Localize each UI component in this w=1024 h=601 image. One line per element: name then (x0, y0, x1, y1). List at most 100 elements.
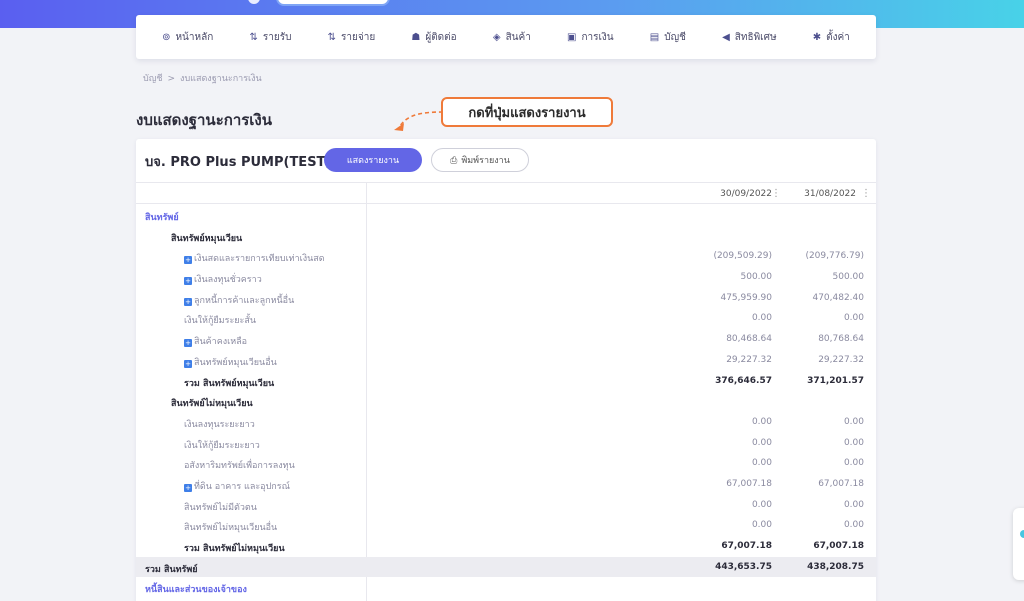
row-value-col-2: 0.00 (843, 416, 864, 427)
expand-plus-icon[interactable]: + (184, 277, 192, 286)
nav-item-income[interactable]: ⇅ รายรับ (249, 30, 291, 45)
row-label: เงินให้กู้ยืมระยะยาว (184, 438, 260, 452)
show-report-button[interactable]: แสดงรายงาน (324, 148, 422, 172)
megaphone-icon: ◀ (722, 31, 730, 43)
table-row: หนี้สินและส่วนของเจ้าของ (136, 577, 876, 598)
expand-plus-icon[interactable]: + (184, 297, 192, 306)
nav-item-privileges[interactable]: ◀ สิทธิพิเศษ (722, 30, 776, 45)
column-menu-icon[interactable]: ⋮ (861, 188, 871, 199)
nav-item-settings[interactable]: ✱ ตั้งค่า (813, 30, 850, 45)
nav-item-contacts[interactable]: ☗ ผู้ติดต่อ (411, 30, 456, 45)
row-value-col-1: 0.00 (751, 458, 772, 469)
row-label-text: รวม สินทรัพย์หมุนเวียน (184, 378, 275, 389)
row-value-col-1: 0.00 (751, 499, 772, 510)
table-header: 30/09/2022 ⋮ 31/08/2022 ⋮ (136, 182, 876, 204)
statement-table-body: สินทรัพย์ สินทรัพย์หมุนเวียน + เงินสดและราย… (136, 205, 876, 598)
table-row[interactable]: + ที่ดิน อาคาร และอุปกรณ์ 67,007.18 67,007.… (136, 474, 876, 495)
main-nav: ⊚ หน้าหลัก ⇅ รายรับ ⇅ รายจ่าย ☗ ผู้ติดต่อ ◈ ส… (136, 15, 876, 59)
row-label-text: อสังหาริมทรัพย์เพื่อการลงทุน (184, 461, 295, 472)
row-value-col-1: 67,007.18 (721, 541, 772, 551)
nav-item-home[interactable]: ⊚ หน้าหลัก (162, 30, 213, 45)
row-label: + เงินลงทุนชั่วคราว (184, 272, 262, 286)
row-value-col-2: 0.00 (843, 458, 864, 469)
row-label: รวม สินทรัพย์ (145, 562, 198, 576)
row-value-col-2: 29,227.32 (818, 354, 864, 365)
row-label-text: ที่ดิน อาคาร และอุปกรณ์ (194, 481, 290, 492)
row-value-col-1: (209,509.29) (713, 251, 772, 262)
breadcrumb-current: งบแสดงฐานะการเงิน (180, 74, 262, 84)
row-label: สินทรัพย์ไม่หมุนเวียน (171, 396, 253, 410)
company-name: บจ. PRO Plus PUMP(TEST) (145, 155, 332, 170)
row-label: รวม สินทรัพย์หมุนเวียน (184, 376, 274, 390)
row-value-col-2: 371,201.57 (807, 375, 864, 386)
row-label-text: สินทรัพย์ไม่มีตัวตน (184, 502, 257, 513)
table-row[interactable]: + ลูกหนี้การค้าและลูกหนี้อื่น 475,959.90 47… (136, 288, 876, 309)
row-value-col-1: 0.00 (751, 313, 772, 324)
row-label: + เงินสดและรายการเทียบเท่าเงินสด (184, 251, 325, 265)
row-value-col-2: 67,007.18 (813, 541, 864, 551)
expand-plus-icon[interactable]: + (184, 256, 192, 265)
table-row: รวม สินทรัพย์ไม่หมุนเวียน 67,007.18 67,007… (136, 536, 876, 557)
expand-plus-icon[interactable]: + (184, 339, 192, 348)
chat-widget[interactable] (1013, 508, 1024, 580)
row-value-col-2: 80,768.64 (818, 334, 864, 345)
row-value-col-2: 0.00 (843, 520, 864, 531)
table-row: เงินให้กู้ยืมระยะสั้น 0.00 0.00 (136, 308, 876, 329)
table-row[interactable]: + เงินสดและรายการเทียบเท่าเงินสด (209,509.… (136, 246, 876, 267)
row-value-col-1: 500.00 (740, 272, 773, 283)
row-label: เงินให้กู้ยืมระยะสั้น (184, 313, 256, 327)
nav-item-finance[interactable]: ▣ การเงิน (567, 30, 614, 45)
row-label-text: สินทรัพย์หมุนเวียนอื่น (194, 357, 277, 368)
print-report-button[interactable]: ⎙ พิมพ์รายงาน (431, 148, 529, 172)
table-row: รวม สินทรัพย์หมุนเวียน 376,646.57 371,201.… (136, 371, 876, 392)
expand-plus-icon[interactable]: + (184, 483, 192, 492)
report-card: บจ. PRO Plus PUMP(TEST) แสดงรายงาน ⎙ พิมพ… (136, 139, 876, 601)
row-label: รวม สินทรัพย์ไม่หมุนเวียน (184, 541, 285, 555)
row-value-col-2: 0.00 (843, 437, 864, 448)
table-row: สินทรัพย์หมุนเวียน (136, 226, 876, 247)
table-row[interactable]: + สินทรัพย์หมุนเวียนอื่น 29,227.32 29,227.3… (136, 350, 876, 371)
row-label: เงินลงทุนระยะยาว (184, 417, 255, 431)
nav-item-accounting[interactable]: ▤ บัญชี (650, 30, 686, 45)
row-label-text: สินทรัพย์ไม่หมุนเวียน (171, 399, 253, 410)
table-row: เงินให้กู้ยืมระยะยาว 0.00 0.00 (136, 433, 876, 454)
expense-icon: ⇅ (327, 31, 336, 43)
box-icon: ◈ (492, 31, 501, 43)
row-label-text: เงินลงทุนระยะยาว (184, 419, 255, 430)
table-row: สินทรัพย์ไม่หมุนเวียนอื่น 0.00 0.00 (136, 515, 876, 536)
table-row: สินทรัพย์ (136, 205, 876, 226)
row-value-col-1: 0.00 (751, 520, 772, 531)
table-row: สินทรัพย์ไม่หมุนเวียน (136, 391, 876, 412)
gear-icon: ✱ (812, 31, 822, 43)
breadcrumb-separator: > (167, 74, 176, 84)
contacts-icon: ☗ (411, 31, 421, 43)
row-value-col-1: 0.00 (751, 416, 772, 427)
row-label: สินทรัพย์ไม่มีตัวตน (184, 500, 257, 514)
table-row: สินทรัพย์ไม่มีตัวตน 0.00 0.00 (136, 495, 876, 516)
avatar[interactable] (248, 0, 260, 4)
table-row[interactable]: + เงินลงทุนชั่วคราว 500.00 500.00 (136, 267, 876, 288)
row-value-col-2: 0.00 (843, 499, 864, 510)
breadcrumb-root[interactable]: บัญชี (143, 74, 163, 84)
nav-item-products[interactable]: ◈ สินค้า (493, 30, 531, 45)
row-value-col-1: 80,468.64 (726, 334, 772, 345)
nav-item-expense[interactable]: ⇅ รายจ่าย (328, 30, 376, 45)
row-label-text: เงินสดและรายการเทียบเท่าเงินสด (194, 254, 325, 265)
row-label-text: สินค้าคงเหลือ (194, 337, 248, 348)
row-label: อสังหาริมทรัพย์เพื่อการลงทุน (184, 458, 295, 472)
row-label: สินทรัพย์ (145, 210, 179, 224)
company-switcher[interactable] (276, 0, 390, 6)
breadcrumb: บัญชี > งบแสดงฐานะการเงิน (143, 71, 262, 85)
row-value-col-2: 67,007.18 (818, 478, 864, 489)
table-row[interactable]: + สินค้าคงเหลือ 80,468.64 80,768.64 (136, 329, 876, 350)
row-value-col-2: 438,208.75 (807, 561, 864, 572)
expand-plus-icon[interactable]: + (184, 359, 192, 368)
table-row: อสังหาริมทรัพย์เพื่อการลงทุน 0.00 0.00 (136, 453, 876, 474)
row-value-col-1: 29,227.32 (726, 354, 772, 365)
column-menu-icon[interactable]: ⋮ (771, 188, 781, 199)
row-value-col-1: 443,653.75 (715, 561, 772, 572)
row-label-text: สินทรัพย์ (145, 213, 179, 223)
row-value-col-1: 475,959.90 (720, 292, 772, 303)
page-title: งบแสดงฐานะการเงิน (136, 111, 273, 129)
row-label: + สินทรัพย์หมุนเวียนอื่น (184, 355, 277, 369)
